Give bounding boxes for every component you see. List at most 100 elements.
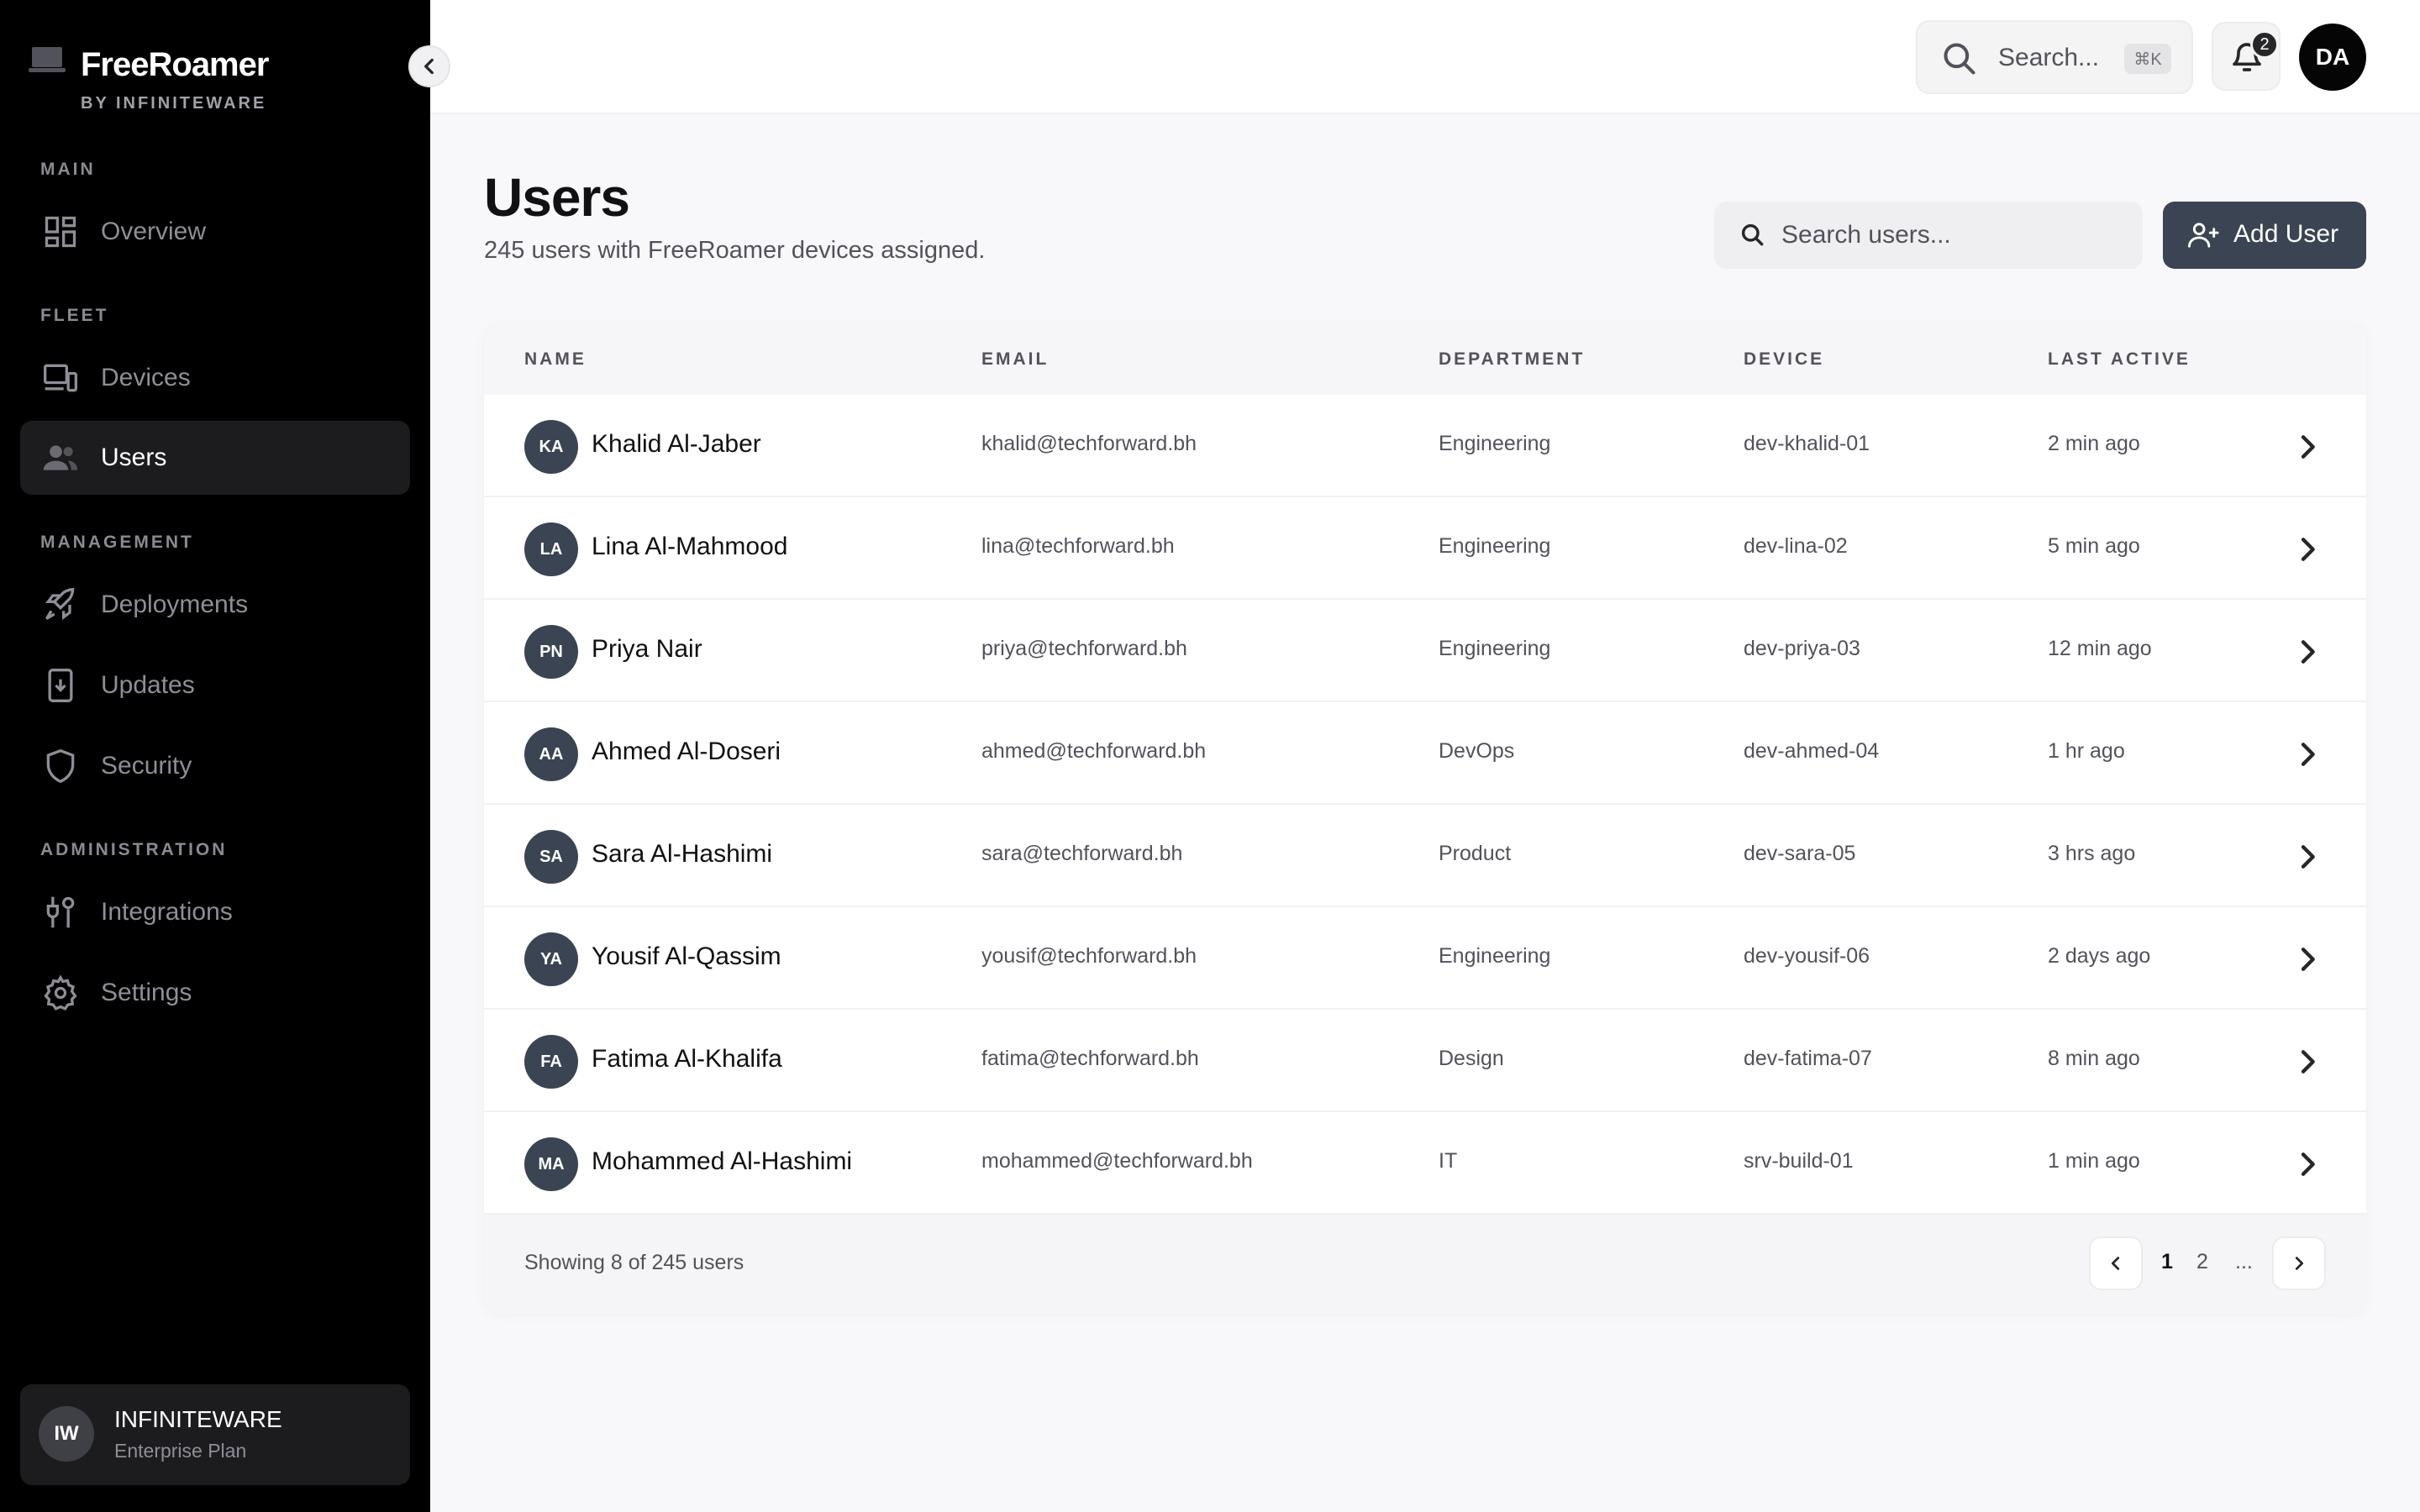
table-header: NAME EMAIL DEPARTMENT DEVICE LAST ACTIVE (484, 324, 2366, 395)
sidebar-item-label: Overview (101, 218, 207, 245)
cell-last-active: 1 hr ago (2048, 739, 2125, 763)
table-row[interactable]: LA Lina Al-Mahmood lina@techforward.bh Engi… (484, 497, 2366, 600)
section-label-management: MANAGEMENT (40, 533, 194, 552)
sidebar-item-security[interactable]: Security (20, 729, 410, 803)
user-row-avatar: KA (524, 420, 578, 474)
cell-department: IT (1439, 1149, 1458, 1173)
add-user-button[interactable]: Add User (2163, 202, 2366, 269)
chevron-right-icon[interactable] (2291, 840, 2324, 874)
column-header-email[interactable]: EMAIL (981, 349, 1049, 370)
org-avatar: IW (39, 1406, 94, 1462)
sidebar-item-integrations[interactable]: Integrations (20, 875, 410, 949)
cell-last-active: 1 min ago (2048, 1149, 2140, 1173)
user-row-avatar: SA (524, 830, 578, 884)
grid-icon (45, 216, 76, 248)
cell-name: Ahmed Al-Doseri (592, 738, 781, 765)
table-row[interactable]: FA Fatima Al-Khalifa fatima@techforward.bh… (484, 1010, 2366, 1112)
table-row[interactable]: MA Mohammed Al-Hashimi mohammed@techforwar… (484, 1112, 2366, 1215)
search-icon (1741, 223, 1764, 246)
cell-email: fatima@techforward.bh (981, 1047, 1199, 1070)
users-icon (43, 445, 78, 470)
cell-email: priya@techforward.bh (981, 637, 1187, 660)
column-header-device[interactable]: DEVICE (1744, 349, 1824, 370)
cell-device: dev-sara-05 (1744, 842, 1856, 865)
table-row[interactable]: KA Khalid Al-Jaber khalid@techforward.bh En… (484, 395, 2366, 497)
cell-last-active: 2 min ago (2048, 432, 2140, 455)
cell-last-active: 2 days ago (2048, 944, 2151, 968)
chevron-right-icon[interactable] (2291, 533, 2324, 566)
cell-name: Sara Al-Hashimi (592, 840, 773, 868)
column-header-last-active[interactable]: LAST ACTIVE (2048, 349, 2191, 370)
column-header-name[interactable]: NAME (524, 349, 587, 370)
organization-card[interactable]: IW INFINITEWARE Enterprise Plan (20, 1384, 410, 1485)
cell-device: dev-priya-03 (1744, 637, 1860, 660)
org-plan: Enterprise Plan (114, 1440, 247, 1462)
chevron-right-icon[interactable] (2291, 430, 2324, 464)
global-search-placeholder: Search... (1998, 44, 2100, 71)
sidebar-item-label: Updates (101, 671, 195, 699)
rocket-icon (45, 588, 75, 620)
brand-subtitle: BY INFINITEWARE (81, 94, 267, 113)
add-user-label: Add User (2233, 220, 2339, 248)
shield-icon (46, 748, 75, 784)
sidebar: FreeRoamer BY INFINITEWARE MAIN Overview… (0, 0, 430, 1512)
user-row-avatar: MA (524, 1137, 578, 1191)
table-row[interactable]: PN Priya Nair priya@techforward.bh Engineer… (484, 600, 2366, 702)
search-icon (1944, 43, 1975, 75)
collapse-sidebar-button[interactable] (408, 45, 450, 87)
cell-email: khalid@techforward.bh (981, 432, 1197, 455)
previous-page-button[interactable] (2089, 1236, 2143, 1290)
sidebar-item-overview[interactable]: Overview (20, 195, 410, 269)
cell-name: Mohammed Al-Hashimi (592, 1147, 853, 1175)
sidebar-item-devices[interactable]: Devices (20, 341, 410, 415)
chevron-right-icon[interactable] (2291, 1045, 2324, 1079)
chevron-right-icon[interactable] (2291, 738, 2324, 771)
section-label-main: MAIN (40, 160, 96, 179)
cell-last-active: 5 min ago (2048, 534, 2140, 558)
cell-email: mohammed@techforward.bh (981, 1149, 1253, 1173)
sidebar-item-label: Deployments (101, 591, 249, 618)
laptop-logo-icon (29, 47, 66, 72)
table-row[interactable]: YA Yousif Al-Qassim yousif@techforward.bh E… (484, 907, 2366, 1010)
sidebar-item-label: Security (101, 752, 192, 780)
cell-name: Yousif Al-Qassim (592, 942, 781, 970)
cell-email: sara@techforward.bh (981, 842, 1183, 865)
update-icon (48, 669, 73, 702)
chevron-right-icon[interactable] (2291, 635, 2324, 669)
page-2-button[interactable]: 2 (2196, 1250, 2208, 1274)
chevron-right-icon[interactable] (2291, 942, 2324, 976)
sidebar-item-updates[interactable]: Updates (20, 648, 410, 722)
page-title: Users (484, 167, 630, 228)
user-search-box (1714, 202, 2143, 269)
user-avatar[interactable]: DA (2299, 24, 2366, 91)
notifications-button[interactable]: 2 (2212, 22, 2281, 91)
brand[interactable]: FreeRoamer (29, 45, 269, 83)
cell-last-active: 8 min ago (2048, 1047, 2140, 1070)
table-row[interactable]: SA Sara Al-Hashimi sara@techforward.bh Prod… (484, 805, 2366, 907)
chevron-right-icon[interactable] (2291, 1147, 2324, 1181)
cell-department: Engineering (1439, 944, 1551, 968)
user-row-avatar: YA (524, 932, 578, 986)
global-search[interactable]: Search... ⌘K (1916, 20, 2193, 94)
cell-email: lina@techforward.bh (981, 534, 1175, 558)
table-row[interactable]: AA Ahmed Al-Doseri ahmed@techforward.bh Dev… (484, 702, 2366, 805)
user-plus-icon (2188, 223, 2219, 248)
table-footer-count: Showing 8 of 245 users (524, 1251, 744, 1274)
sidebar-item-settings[interactable]: Settings (20, 956, 410, 1030)
next-page-button[interactable] (2272, 1236, 2326, 1290)
sidebar-item-deployments[interactable]: Deployments (20, 568, 410, 642)
user-search-input[interactable] (1781, 215, 2118, 255)
sidebar-item-users[interactable]: Users (20, 421, 410, 495)
user-row-avatar: FA (524, 1035, 578, 1089)
chevron-left-icon (424, 58, 434, 75)
sidebar-item-label: Devices (101, 364, 191, 391)
cell-email: yousif@techforward.bh (981, 944, 1197, 968)
cell-name: Fatima Al-Khalifa (592, 1045, 782, 1073)
cell-device: dev-yousif-06 (1744, 944, 1870, 968)
cell-last-active: 12 min ago (2048, 637, 2152, 660)
page-1-button[interactable]: 1 (2161, 1250, 2173, 1274)
cell-device: dev-ahmed-04 (1744, 739, 1880, 763)
column-header-department[interactable]: DEPARTMENT (1439, 349, 1585, 370)
cell-name: Khalid Al-Jaber (592, 430, 761, 458)
cell-device: dev-lina-02 (1744, 534, 1848, 558)
